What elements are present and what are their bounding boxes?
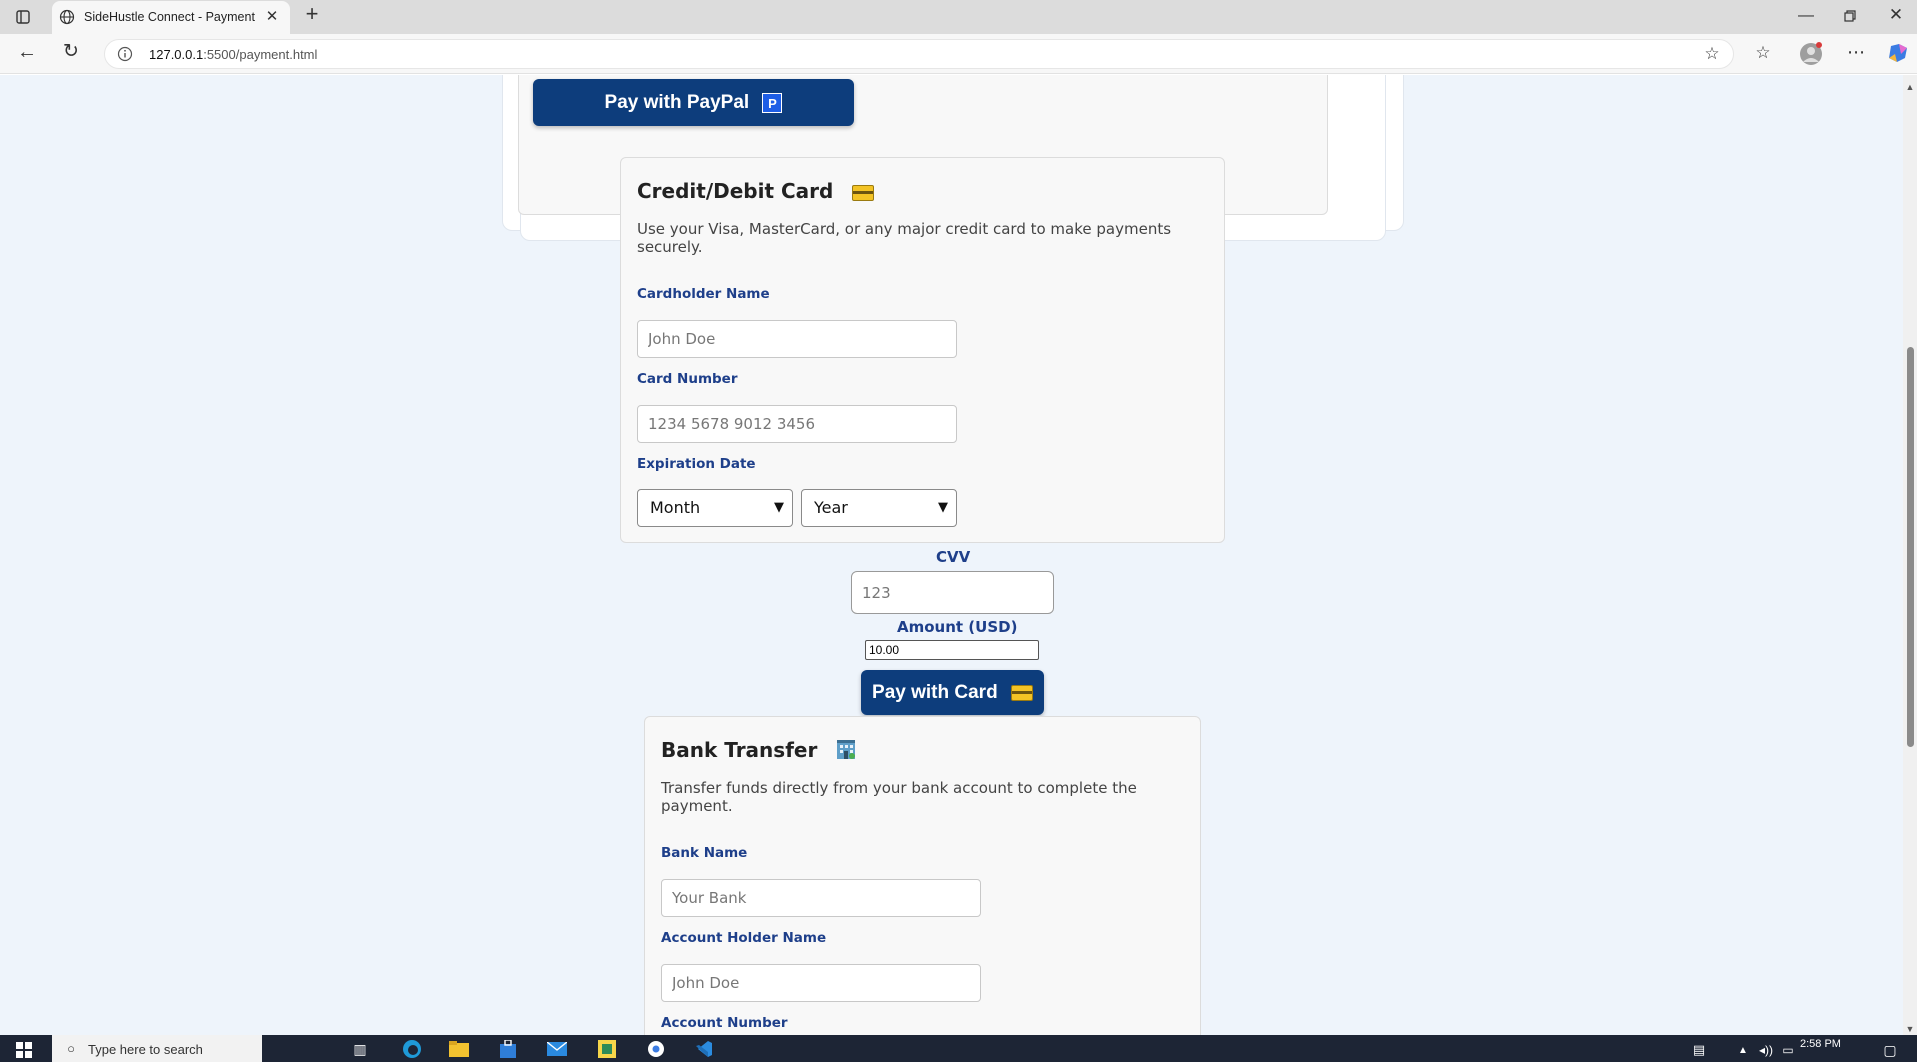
pay-with-card-button[interactable]: Pay with Card (861, 670, 1044, 715)
edge-taskbar-icon[interactable] (400, 1039, 424, 1062)
credit-card-title-text: Credit/Debit Card (637, 179, 834, 203)
expiry-month-value: Month (650, 498, 701, 517)
bank-transfer-section: Bank Transfer Transfer funds directly fr… (644, 716, 1201, 1035)
bank-transfer-title: Bank Transfer (661, 737, 858, 766)
close-tab-icon[interactable]: ✕ (264, 9, 280, 25)
tab-title: SideHustle Connect - Payment (84, 10, 255, 24)
credit-card-section: Credit/Debit Card Use your Visa, MasterC… (620, 157, 1225, 543)
mail-icon[interactable] (546, 1041, 568, 1060)
active-tab[interactable]: SideHustle Connect - Payment ✕ (52, 1, 290, 34)
scroll-thumb[interactable] (1907, 347, 1914, 747)
taskbar-clock[interactable]: 2:58 PM (1800, 1038, 1841, 1050)
cvv-input[interactable] (851, 571, 1054, 614)
amount-input[interactable] (865, 640, 1039, 660)
bank-name-label: Bank Name (661, 845, 748, 861)
cardholder-name-label: Cardholder Name (637, 286, 770, 302)
expiration-date-label: Expiration Date (637, 456, 756, 472)
account-holder-label: Account Holder Name (661, 930, 827, 946)
amount-label: Amount (USD) (897, 618, 1018, 636)
volume-icon[interactable]: ◂)) (1758, 1042, 1774, 1058)
new-tab-icon[interactable]: + (302, 3, 322, 25)
url-text: 127.0.0.1:5500/payment.html (149, 47, 317, 62)
account-holder-input[interactable] (661, 964, 981, 1002)
chevron-down-icon: ▼ (774, 500, 784, 515)
taskbar-search-placeholder: Type here to search (88, 1042, 203, 1057)
page-scrollbar[interactable]: ▲ ▼ (1903, 75, 1917, 1035)
pay-with-paypal-button[interactable]: Pay with PayPal P (533, 79, 854, 126)
scroll-up-icon[interactable]: ▲ (1905, 79, 1915, 95)
store-icon[interactable] (497, 1039, 519, 1062)
search-icon: ○ (67, 1041, 75, 1056)
browser-tab-bar: SideHustle Connect - Payment ✕ + — ✕ (0, 0, 1917, 34)
chevron-down-icon: ▼ (938, 500, 948, 515)
minimize-icon[interactable]: — (1796, 8, 1816, 24)
credit-card-title: Credit/Debit Card (637, 179, 875, 203)
network-icon[interactable]: ▭ (1780, 1042, 1796, 1058)
back-icon[interactable]: ← (16, 42, 38, 62)
news-widget-icon[interactable]: ▤ (1688, 1042, 1710, 1058)
notifications-icon[interactable]: ▢ (1880, 1042, 1900, 1058)
card-button-label: Pay with Card (872, 682, 998, 703)
bank-transfer-title-text: Bank Transfer (661, 738, 818, 762)
credit-card-icon (852, 184, 875, 201)
favorite-star-icon[interactable]: ☆ (1703, 45, 1721, 62)
bank-transfer-description: Transfer funds directly from your bank a… (661, 779, 1137, 815)
globe-icon (59, 9, 75, 29)
task-view-icon[interactable]: ▥ (350, 1041, 370, 1057)
cardholder-name-input[interactable] (637, 320, 957, 358)
address-toolbar: ← ↻ 127.0.0.1:5500/payment.html ☆ ☆ ⋯ (0, 34, 1917, 74)
url-host: 127.0.0.1 (149, 47, 204, 62)
cvv-label: CVV (936, 548, 971, 566)
expiry-month-select[interactable]: Month ▼ (637, 489, 793, 527)
tray-chevron-icon[interactable]: ▲ (1736, 1043, 1750, 1059)
windows-start-icon[interactable] (16, 1042, 32, 1062)
site-info-icon[interactable] (117, 46, 133, 66)
account-number-label: Account Number (661, 1015, 788, 1031)
paypal-p-icon: P (762, 92, 783, 113)
expiry-year-select[interactable]: Year ▼ (801, 489, 957, 527)
expiry-year-value: Year (814, 498, 848, 517)
taskbar-search[interactable]: ○ Type here to search (52, 1035, 262, 1062)
card-number-label: Card Number (637, 371, 738, 387)
favorites-icon[interactable]: ☆ (1752, 44, 1774, 61)
paypal-button-label: Pay with PayPal (604, 92, 750, 113)
bank-name-input[interactable] (661, 879, 981, 917)
page-viewport: Pay with PayPal P Credit/Debit Card Use … (0, 75, 1903, 1035)
close-window-icon[interactable]: ✕ (1886, 6, 1906, 23)
credit-card-icon (1010, 684, 1033, 701)
sticky-notes-icon[interactable] (596, 1040, 618, 1062)
windows-taskbar: ○ Type here to search ▥ ▤ ▲ ◂)) ▭ 2:58 P… (0, 1035, 1917, 1062)
chrome-taskbar-icon[interactable] (645, 1040, 667, 1062)
card-number-input[interactable] (637, 405, 957, 443)
address-bar[interactable]: 127.0.0.1:5500/payment.html ☆ (104, 39, 1734, 69)
bank-building-icon (834, 737, 858, 766)
restore-icon[interactable] (1840, 9, 1860, 27)
vscode-icon[interactable] (693, 1040, 715, 1062)
more-menu-icon[interactable]: ⋯ (1845, 43, 1867, 61)
tab-actions-icon[interactable] (14, 9, 32, 25)
profile-avatar[interactable] (1799, 42, 1823, 66)
copilot-icon[interactable] (1886, 42, 1910, 66)
url-path: :5500/payment.html (203, 47, 318, 62)
credit-card-description: Use your Visa, MasterCard, or any major … (637, 220, 1172, 256)
reload-icon[interactable]: ↻ (60, 42, 82, 61)
file-explorer-icon[interactable] (448, 1041, 470, 1061)
